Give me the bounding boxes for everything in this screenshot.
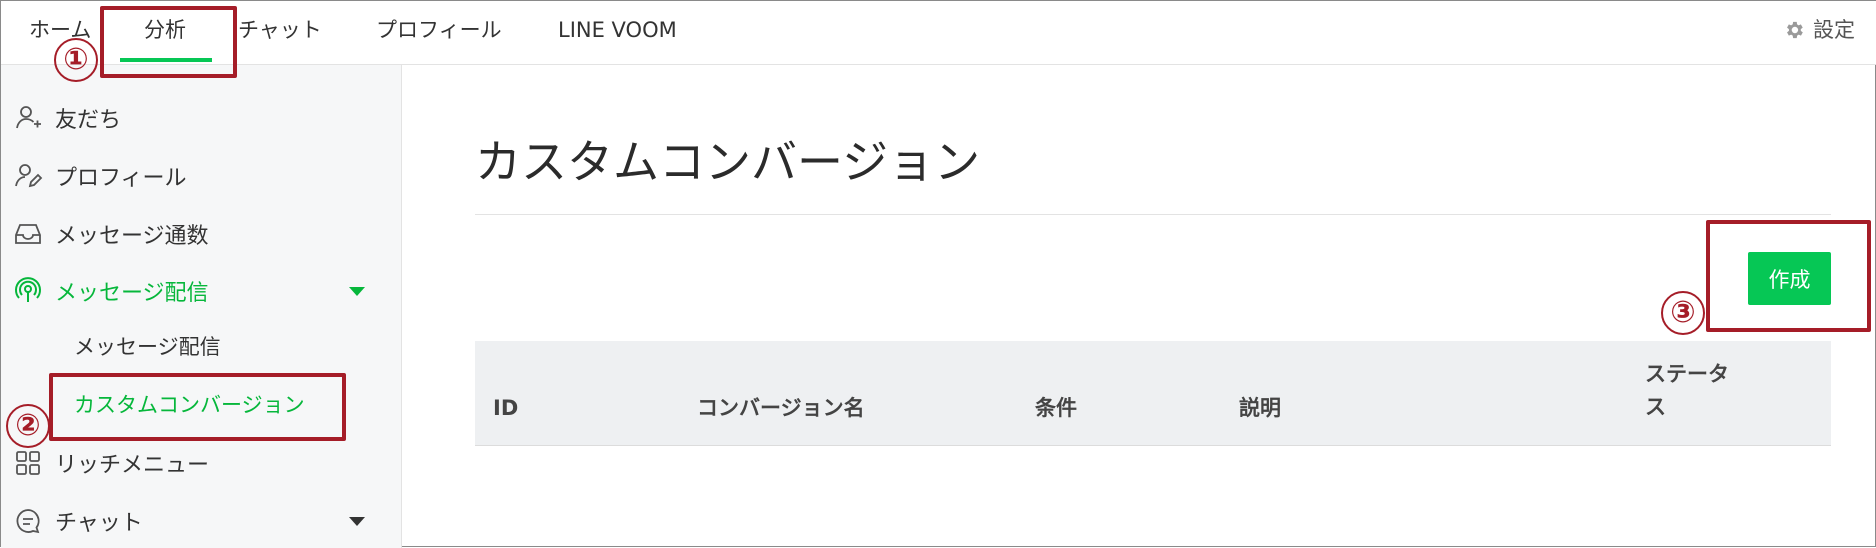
page-title: カスタムコンバージョン: [475, 135, 981, 189]
top-navigation: ホーム 分析 チャット プロフィール LINE VOOM 設定: [1, 1, 1876, 65]
chevron-down-icon: [349, 287, 365, 296]
chat-icon: [16, 509, 40, 534]
sidebar-item-message-count[interactable]: メッセージ通数: [1, 209, 401, 259]
sidebar-item-chat[interactable]: チャット: [1, 496, 401, 546]
sidebar-item-friends[interactable]: 友だち: [1, 93, 401, 143]
column-header-status: ステータ ス: [1645, 358, 1729, 424]
annotation-box-2: [49, 373, 346, 441]
sidebar-item-message-delivery[interactable]: メッセージ配信: [1, 266, 401, 316]
sidebar-item-label: チャット: [55, 511, 143, 536]
sidebar-item-label: リッチメニュー: [55, 453, 210, 478]
title-divider: [475, 214, 1831, 215]
annotation-marker-2: ②: [6, 404, 50, 448]
column-header-status-line1: ステータ: [1645, 362, 1729, 386]
profile-edit-icon: [15, 164, 43, 188]
chevron-down-icon: [349, 517, 365, 526]
settings-link[interactable]: 設定: [1783, 1, 1855, 59]
tab-profile[interactable]: プロフィール: [376, 1, 502, 59]
annotation-box-1: [100, 6, 237, 78]
column-header-status-line2: ス: [1645, 395, 1666, 419]
table-header: ID コンバージョン名 条件 説明 ステータ ス: [475, 341, 1831, 446]
sidebar-item-label: 友だち: [55, 108, 122, 133]
column-header-description: 説明: [1239, 396, 1281, 420]
sidebar-subitem-message-delivery[interactable]: メッセージ配信: [74, 325, 221, 369]
sidebar: 友だち プロフィール メッセージ通数 メッセージ配信 メッセージ配信 カスタムコ…: [1, 65, 402, 548]
sidebar-item-rich-menu[interactable]: リッチメニュー: [1, 438, 401, 488]
column-header-condition: 条件: [1035, 396, 1077, 420]
sidebar-item-label: プロフィール: [55, 166, 187, 191]
tab-line-voom[interactable]: LINE VOOM: [558, 1, 677, 59]
column-header-id: ID: [493, 396, 519, 420]
gear-icon: [1787, 21, 1803, 39]
broadcast-icon: [15, 277, 41, 302]
sidebar-item-label: メッセージ通数: [55, 224, 209, 249]
sidebar-item-profile[interactable]: プロフィール: [1, 151, 401, 201]
settings-label: 設定: [1813, 18, 1855, 42]
inbox-icon: [15, 224, 41, 244]
add-friend-icon: [16, 106, 41, 129]
annotation-marker-3: ③: [1661, 291, 1705, 335]
grid-icon: [16, 451, 40, 475]
annotation-marker-1: ①: [54, 38, 98, 82]
column-header-conversion-name: コンバージョン名: [697, 396, 865, 420]
sidebar-item-label: メッセージ配信: [55, 281, 209, 306]
annotation-box-3: [1706, 220, 1871, 332]
tab-chat[interactable]: チャット: [238, 1, 322, 59]
